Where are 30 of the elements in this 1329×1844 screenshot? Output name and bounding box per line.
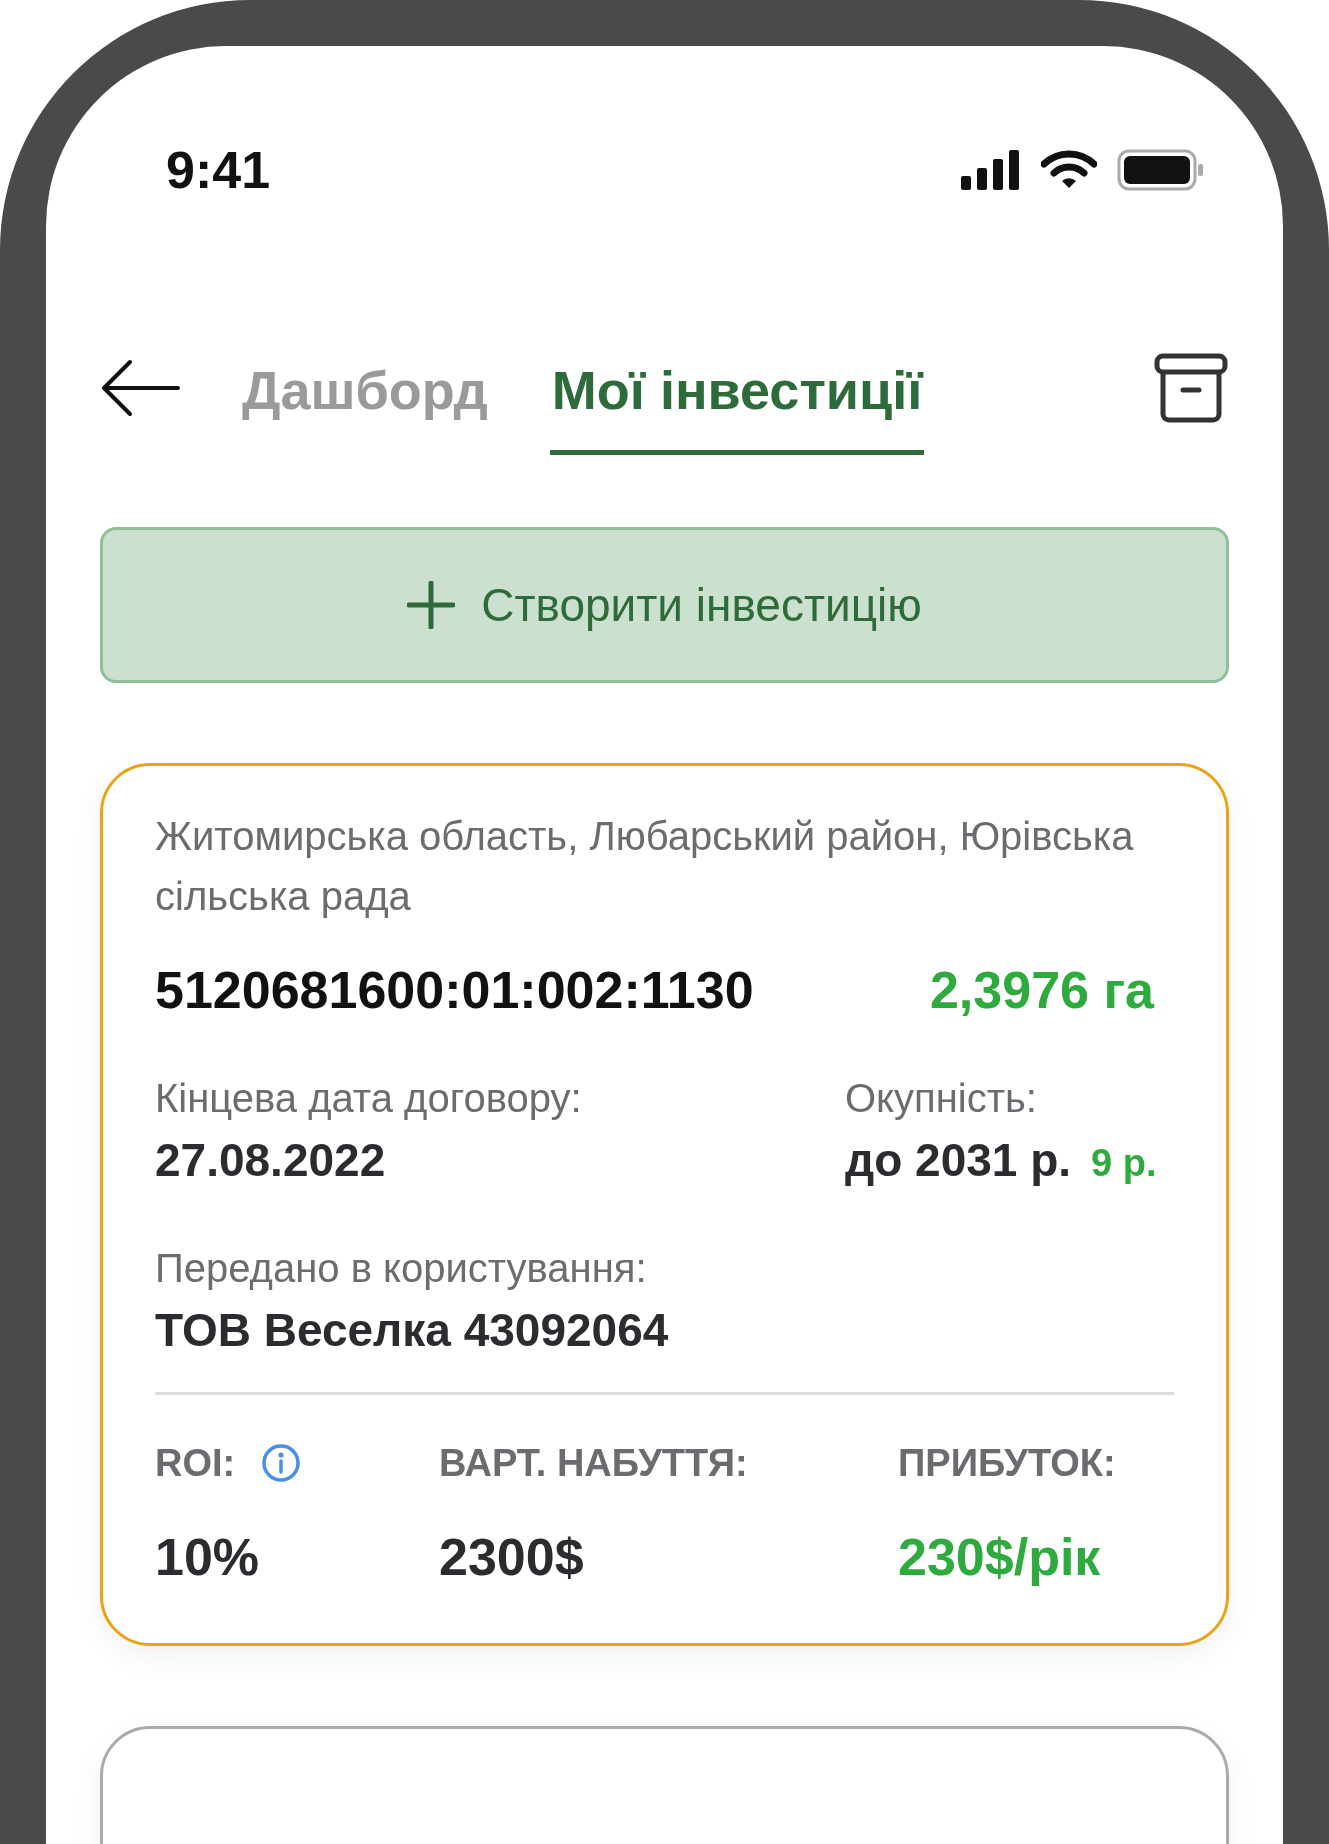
contract-end-date: 27.08.2022	[155, 1133, 387, 1188]
cost-label: ВАРТ. НАБУТТЯ:	[439, 1441, 748, 1485]
user-label: Передано в користування:	[155, 1245, 648, 1292]
archive-button[interactable]	[1153, 352, 1229, 424]
cadastral-number: 5120681600:01:002:1130	[155, 960, 754, 1020]
profit-label: ПРИБУТОК:	[898, 1441, 1116, 1485]
back-arrow-icon	[100, 358, 180, 418]
payback-years: 9 р.	[1091, 1142, 1157, 1185]
create-investment-button[interactable]: Створити інвестицію	[100, 527, 1229, 683]
archive-box-icon	[1153, 352, 1229, 424]
roi-label: ROI:	[155, 1441, 236, 1485]
wifi-icon	[1041, 150, 1097, 190]
investment-card[interactable]	[100, 763, 1229, 1646]
plus-icon	[407, 581, 456, 629]
address-text: Житомирська область, Любарський район, Юрівська сільська рада	[155, 813, 1135, 920]
battery-icon	[1117, 149, 1205, 191]
contract-end-label: Кінцева дата договору:	[155, 1075, 583, 1122]
info-icon[interactable]	[261, 1443, 302, 1483]
status-time: 9:41	[166, 140, 271, 200]
profit-value: 230$/рік	[898, 1527, 1102, 1587]
back-button[interactable]	[100, 358, 180, 418]
area-value: 2,3976 га	[929, 960, 1154, 1020]
payback-value: до 2031 р.	[845, 1133, 1072, 1188]
user-value: ТОВ Веселка 43092064	[155, 1303, 670, 1358]
payback-label: Окупність:	[845, 1075, 1038, 1122]
tab[interactable]: Дашборд	[240, 358, 490, 455]
roi-value: 10%	[155, 1527, 261, 1587]
signal-icon	[961, 150, 1021, 190]
cost-value: 2300$	[439, 1527, 585, 1587]
tab[interactable]: Мої інвестиції	[549, 358, 925, 455]
